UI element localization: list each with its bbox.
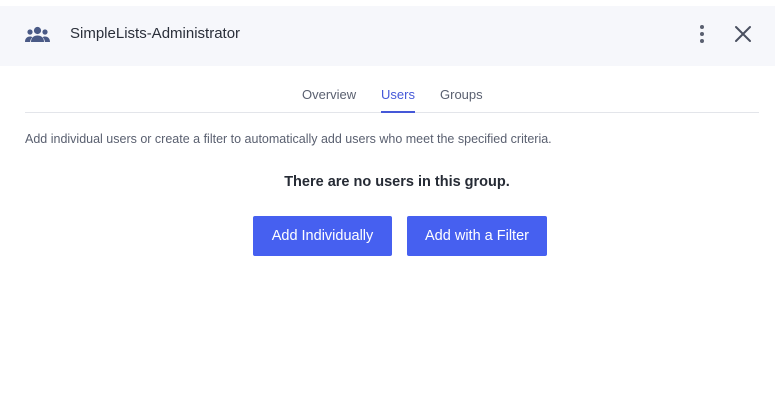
more-vertical-icon[interactable] [692, 23, 712, 45]
panel-header: SimpleLists-Administrator [0, 6, 775, 66]
tab-overview[interactable]: Overview [302, 88, 356, 102]
add-individually-button[interactable]: Add Individually [253, 216, 392, 256]
tab-groups[interactable]: Groups [440, 88, 483, 102]
add-with-filter-button[interactable]: Add with a Filter [407, 216, 547, 256]
tab-users[interactable]: Users [381, 88, 415, 102]
page-title: SimpleLists-Administrator [70, 25, 241, 42]
group-icon [25, 26, 50, 42]
users-description: Add individual users or create a filter … [25, 132, 552, 146]
active-tab-indicator [381, 111, 415, 113]
tab-bar: Overview Users Groups [25, 66, 759, 113]
empty-state-message: There are no users in this group. [284, 174, 510, 190]
close-icon[interactable] [733, 24, 753, 44]
